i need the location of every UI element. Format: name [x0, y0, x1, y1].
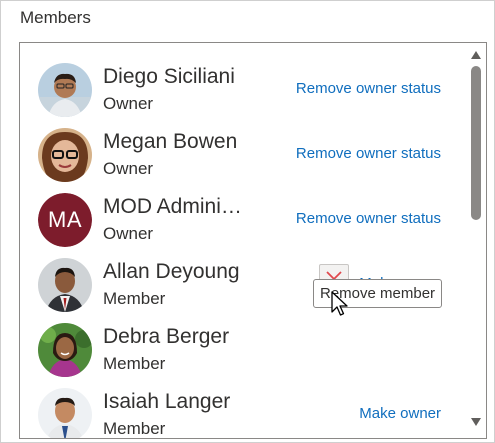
member-name: Debra Berger	[103, 325, 230, 348]
make-owner-link[interactable]: Make owner	[359, 405, 441, 422]
vertical-scrollbar[interactable]	[466, 43, 486, 438]
member-name: Megan Bowen	[103, 130, 238, 153]
member-role: Owner	[103, 224, 154, 243]
remove-owner-status-link[interactable]: Remove owner status	[296, 210, 441, 227]
member-role: Member	[103, 419, 166, 438]
megan-avatar-icon	[38, 128, 92, 182]
member-name: Diego Siciliani	[103, 65, 235, 88]
scroll-down-arrow-icon[interactable]	[470, 416, 482, 428]
members-list: Diego Siciliani Owner Remove owner statu…	[19, 42, 487, 439]
member-name: Isaiah Langer	[103, 390, 231, 413]
member-row-isaiah: Isaiah Langer Member Make owner	[20, 385, 465, 438]
isaiah-avatar-icon	[38, 388, 92, 438]
mod-admin-avatar-icon: MA	[38, 193, 92, 247]
member-role: Member	[103, 289, 166, 308]
scroll-up-arrow-icon[interactable]	[470, 49, 482, 61]
member-row-mod-admin: MA MOD Admini… Owner Remove owner status	[20, 190, 465, 255]
remove-member-tooltip: Remove member	[313, 279, 443, 308]
members-heading: Members	[20, 8, 91, 27]
member-role: Owner	[103, 159, 154, 178]
member-row-debra: Debra Berger Member	[20, 320, 465, 385]
member-role: Member	[103, 354, 166, 373]
avatar-initials: MA	[38, 193, 92, 247]
member-name: Allan Deyoung	[103, 260, 240, 283]
member-row-megan: Megan Bowen Owner Remove owner status	[20, 125, 465, 190]
member-row-diego: Diego Siciliani Owner Remove owner statu…	[20, 60, 465, 125]
remove-owner-status-link[interactable]: Remove owner status	[296, 80, 441, 97]
member-name: MOD Admini…	[103, 195, 242, 218]
allan-avatar-icon	[38, 258, 92, 312]
remove-owner-status-link[interactable]: Remove owner status	[296, 145, 441, 162]
diego-avatar-icon	[38, 63, 92, 117]
scroll-thumb[interactable]	[471, 66, 481, 220]
debra-avatar-icon	[38, 323, 92, 377]
member-role: Owner	[103, 94, 154, 113]
